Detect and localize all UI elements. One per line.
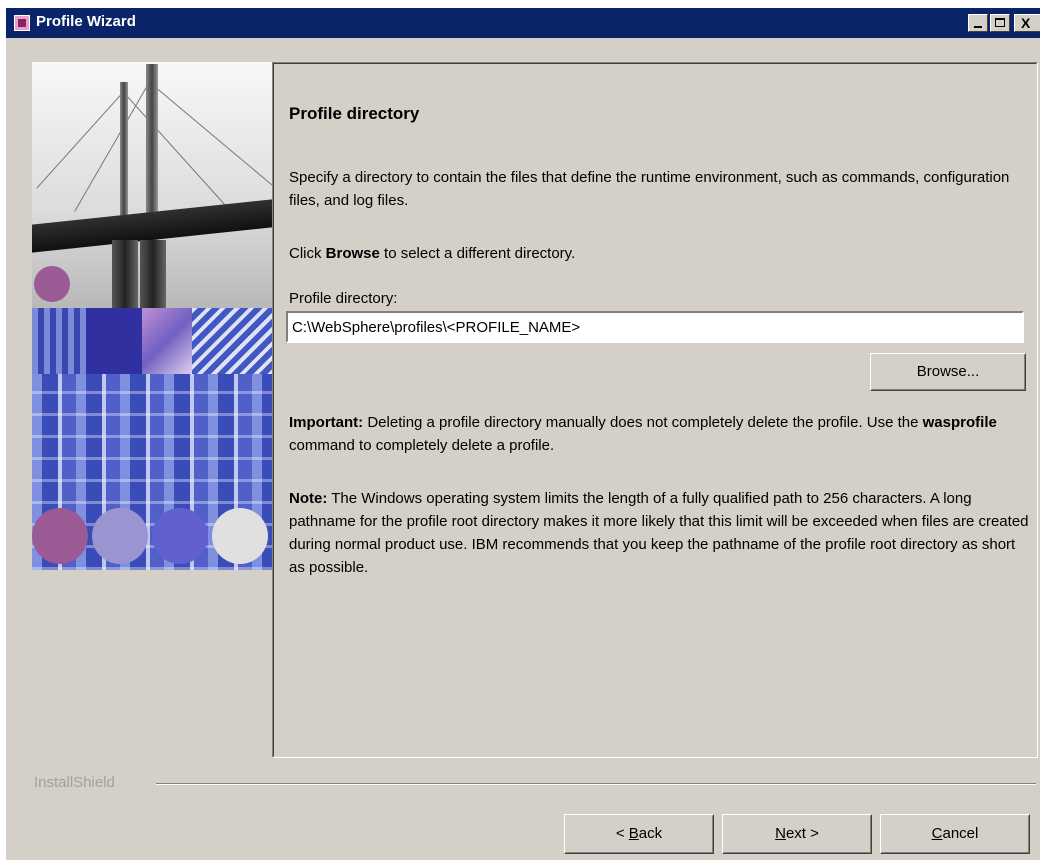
browse-instruction: Click Browse to select a different direc… (289, 242, 575, 265)
decor-mosaic (32, 308, 272, 570)
browse-button-label: Browse... (916, 363, 980, 380)
close-icon: X (1021, 15, 1031, 31)
important-body-2: command to completely delete a profile. (289, 437, 555, 454)
important-command: wasprofile (922, 414, 997, 431)
bridge-base-left (112, 240, 138, 308)
minimize-icon (974, 26, 982, 28)
important-body-1: Deleting a profile directory manually do… (363, 414, 923, 431)
window-title: Profile Wizard (36, 13, 136, 30)
next-button-label: Next > (775, 825, 819, 842)
minimize-button[interactable] (968, 14, 988, 32)
decor-circle (34, 266, 70, 302)
note-label: Note: (289, 490, 328, 507)
description-text: Specify a directory to contain the files… (289, 169, 1010, 209)
browse-button[interactable]: Browse... (870, 353, 1026, 391)
mosaic-block (142, 308, 192, 374)
maximize-button[interactable] (990, 14, 1010, 32)
decor-circle (152, 508, 208, 564)
note-body: The Windows operating system limits the … (289, 490, 1029, 576)
cancel-button-label: Cancel (931, 825, 979, 842)
mosaic-block (86, 308, 142, 374)
instruction-bold: Browse (325, 245, 380, 262)
profile-directory-label: Profile directory: (289, 290, 398, 307)
profile-wizard-window: Profile Wizard X Profile directory Speci… (4, 6, 1040, 860)
maximize-icon (995, 18, 1005, 27)
profile-directory-input[interactable] (286, 311, 1024, 343)
mosaic-block (192, 308, 272, 374)
decor-circle (92, 508, 148, 564)
page-title: Profile directory (289, 104, 420, 123)
close-button[interactable]: X (1014, 14, 1040, 32)
next-button[interactable]: Next > (722, 814, 872, 854)
app-icon (14, 15, 30, 31)
instruction-prefix: Click (289, 245, 326, 262)
important-text: Important: Deleting a profile directory … (289, 411, 1029, 457)
footer-divider (156, 783, 1036, 785)
mosaic-block (32, 308, 86, 374)
instruction-suffix: to select a different directory. (379, 245, 576, 262)
cancel-button[interactable]: Cancel (880, 814, 1030, 854)
installshield-brand: InstallShield (34, 774, 115, 791)
wizard-side-image (32, 62, 272, 570)
title-bar: Profile Wizard X (6, 8, 1040, 38)
note-text: Note: The Windows operating system limit… (289, 487, 1029, 579)
back-button-label: < Back (615, 825, 663, 842)
decor-circle (32, 508, 88, 564)
important-label: Important: (289, 414, 364, 431)
decor-circle (212, 508, 268, 564)
back-button[interactable]: < Back (564, 814, 714, 854)
bridge-base-right (140, 240, 166, 308)
